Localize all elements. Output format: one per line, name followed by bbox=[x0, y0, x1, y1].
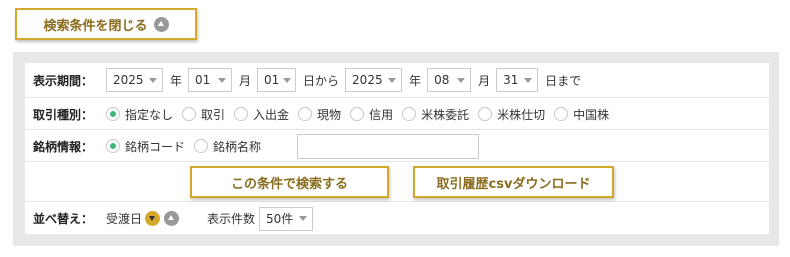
trade-type-option-label: 取引 bbox=[201, 107, 226, 122]
from-month-select[interactable]: 01 bbox=[188, 68, 233, 92]
to-year-select[interactable]: 2025 bbox=[345, 68, 403, 92]
radio-unchecked-icon bbox=[234, 107, 249, 121]
search-conditions-panel: 表示期間： 2025 年 01 月 01 日から 2025 年 08 月 31 bbox=[13, 52, 779, 246]
chevron-up-circle-icon bbox=[153, 16, 169, 32]
stock-info-option-label: 銘柄名称 bbox=[213, 139, 262, 154]
trade-type-option-us-consignment[interactable]: 米株委託 bbox=[402, 106, 469, 123]
display-count-label: 表示件数 bbox=[207, 212, 256, 226]
trade-type-option-none[interactable]: 指定なし bbox=[106, 106, 173, 123]
from-year-select[interactable]: 2025 bbox=[106, 68, 163, 92]
radio-unchecked-icon bbox=[478, 107, 493, 121]
actions-row: この条件で検索する 取引履歴csvダウンロード bbox=[25, 163, 769, 202]
to-month-value: 08 bbox=[434, 73, 450, 87]
trade-type-option-label: 入出金 bbox=[253, 107, 290, 122]
trade-type-option-label: 米株仕切 bbox=[497, 107, 546, 122]
trade-type-option-margin[interactable]: 信用 bbox=[350, 106, 393, 123]
trade-type-option-us-settlement[interactable]: 米株仕切 bbox=[478, 106, 545, 123]
search-button[interactable]: この条件で検索する bbox=[190, 166, 389, 198]
search-button-label: この条件で検索する bbox=[230, 176, 348, 192]
trade-type-option-label: 現物 bbox=[317, 107, 342, 122]
period-label: 表示期間： bbox=[33, 73, 94, 88]
stock-info-option-label: 銘柄コード bbox=[125, 139, 186, 154]
sort-order-controls bbox=[145, 211, 180, 226]
to-day-value: 31 bbox=[503, 73, 519, 87]
year-unit-label: 年 bbox=[409, 73, 422, 88]
display-count-select[interactable]: 50件 bbox=[259, 206, 314, 231]
trade-type-option-spot[interactable]: 現物 bbox=[298, 106, 341, 123]
trade-type-option-label: 指定なし bbox=[125, 107, 174, 122]
sort-ascending-icon[interactable] bbox=[164, 211, 180, 226]
trade-type-option-label: 信用 bbox=[369, 107, 394, 122]
stock-info-row: 銘柄情報： 銘柄コード 銘柄名称 bbox=[25, 131, 769, 162]
to-year-value: 2025 bbox=[352, 73, 383, 87]
stock-info-option-code[interactable]: 銘柄コード bbox=[106, 138, 185, 155]
trade-type-label: 取引種別： bbox=[33, 107, 94, 122]
radio-unchecked-icon bbox=[402, 107, 417, 121]
dropdown-caret-icon bbox=[524, 77, 533, 83]
sort-row: 並べ替え： 受渡日 表示件数 50件 bbox=[25, 203, 769, 234]
dropdown-caret-icon bbox=[388, 77, 397, 83]
trade-type-option-trade[interactable]: 取引 bbox=[182, 106, 225, 123]
download-csv-button[interactable]: 取引履歴csvダウンロード bbox=[413, 166, 614, 198]
radio-unchecked-icon bbox=[182, 107, 197, 121]
sort-field-label: 受渡日 bbox=[106, 212, 143, 226]
display-count-value: 50件 bbox=[266, 212, 294, 226]
trade-type-option-label: 中国株 bbox=[573, 107, 610, 122]
dropdown-caret-icon bbox=[299, 216, 308, 221]
sort-label: 並べ替え： bbox=[33, 212, 94, 226]
radio-unchecked-icon bbox=[350, 107, 365, 121]
stock-search-input[interactable] bbox=[297, 133, 480, 159]
to-month-select[interactable]: 08 bbox=[427, 68, 472, 92]
month-unit-label: 月 bbox=[239, 73, 252, 88]
radio-unchecked-icon bbox=[554, 107, 569, 121]
radio-unchecked-icon bbox=[194, 139, 209, 153]
close-search-conditions-button[interactable]: 検索条件を閉じる bbox=[15, 8, 197, 40]
day-to-label: 日まで bbox=[545, 73, 582, 88]
radio-checked-icon bbox=[106, 139, 120, 153]
to-day-select[interactable]: 31 bbox=[496, 68, 539, 92]
dropdown-caret-icon bbox=[149, 77, 157, 83]
radio-unchecked-icon bbox=[298, 107, 313, 121]
dropdown-caret-icon bbox=[283, 77, 292, 83]
day-from-label: 日から bbox=[303, 73, 340, 88]
trade-type-option-deposit-withdrawal[interactable]: 入出金 bbox=[234, 106, 289, 123]
search-conditions-form: 表示期間： 2025 年 01 月 01 日から 2025 年 08 月 31 bbox=[25, 63, 769, 234]
from-day-select[interactable]: 01 bbox=[257, 68, 297, 92]
sort-descending-icon[interactable] bbox=[145, 211, 161, 226]
trade-type-option-label: 米株委託 bbox=[421, 107, 470, 122]
download-csv-button-label: 取引履歴csvダウンロード bbox=[436, 176, 591, 192]
trade-type-row: 取引種別： 指定なし 取引 入出金 現物 信用 米株委託 米株仕切 中国株 bbox=[25, 99, 769, 130]
month-unit-label: 月 bbox=[478, 73, 491, 88]
from-year-value: 2025 bbox=[113, 73, 144, 87]
year-unit-label: 年 bbox=[170, 73, 183, 88]
dropdown-caret-icon bbox=[218, 77, 227, 83]
trade-type-option-china-stock[interactable]: 中国株 bbox=[554, 106, 609, 123]
from-day-value: 01 bbox=[264, 73, 280, 87]
period-row: 表示期間： 2025 年 01 月 01 日から 2025 年 08 月 31 bbox=[25, 63, 769, 98]
stock-info-label: 銘柄情報： bbox=[33, 139, 94, 154]
radio-checked-icon bbox=[106, 107, 120, 121]
close-search-conditions-label: 検索条件を閉じる bbox=[43, 18, 148, 34]
stock-info-option-name[interactable]: 銘柄名称 bbox=[194, 138, 261, 155]
dropdown-caret-icon bbox=[457, 77, 466, 83]
from-month-value: 01 bbox=[195, 73, 211, 87]
